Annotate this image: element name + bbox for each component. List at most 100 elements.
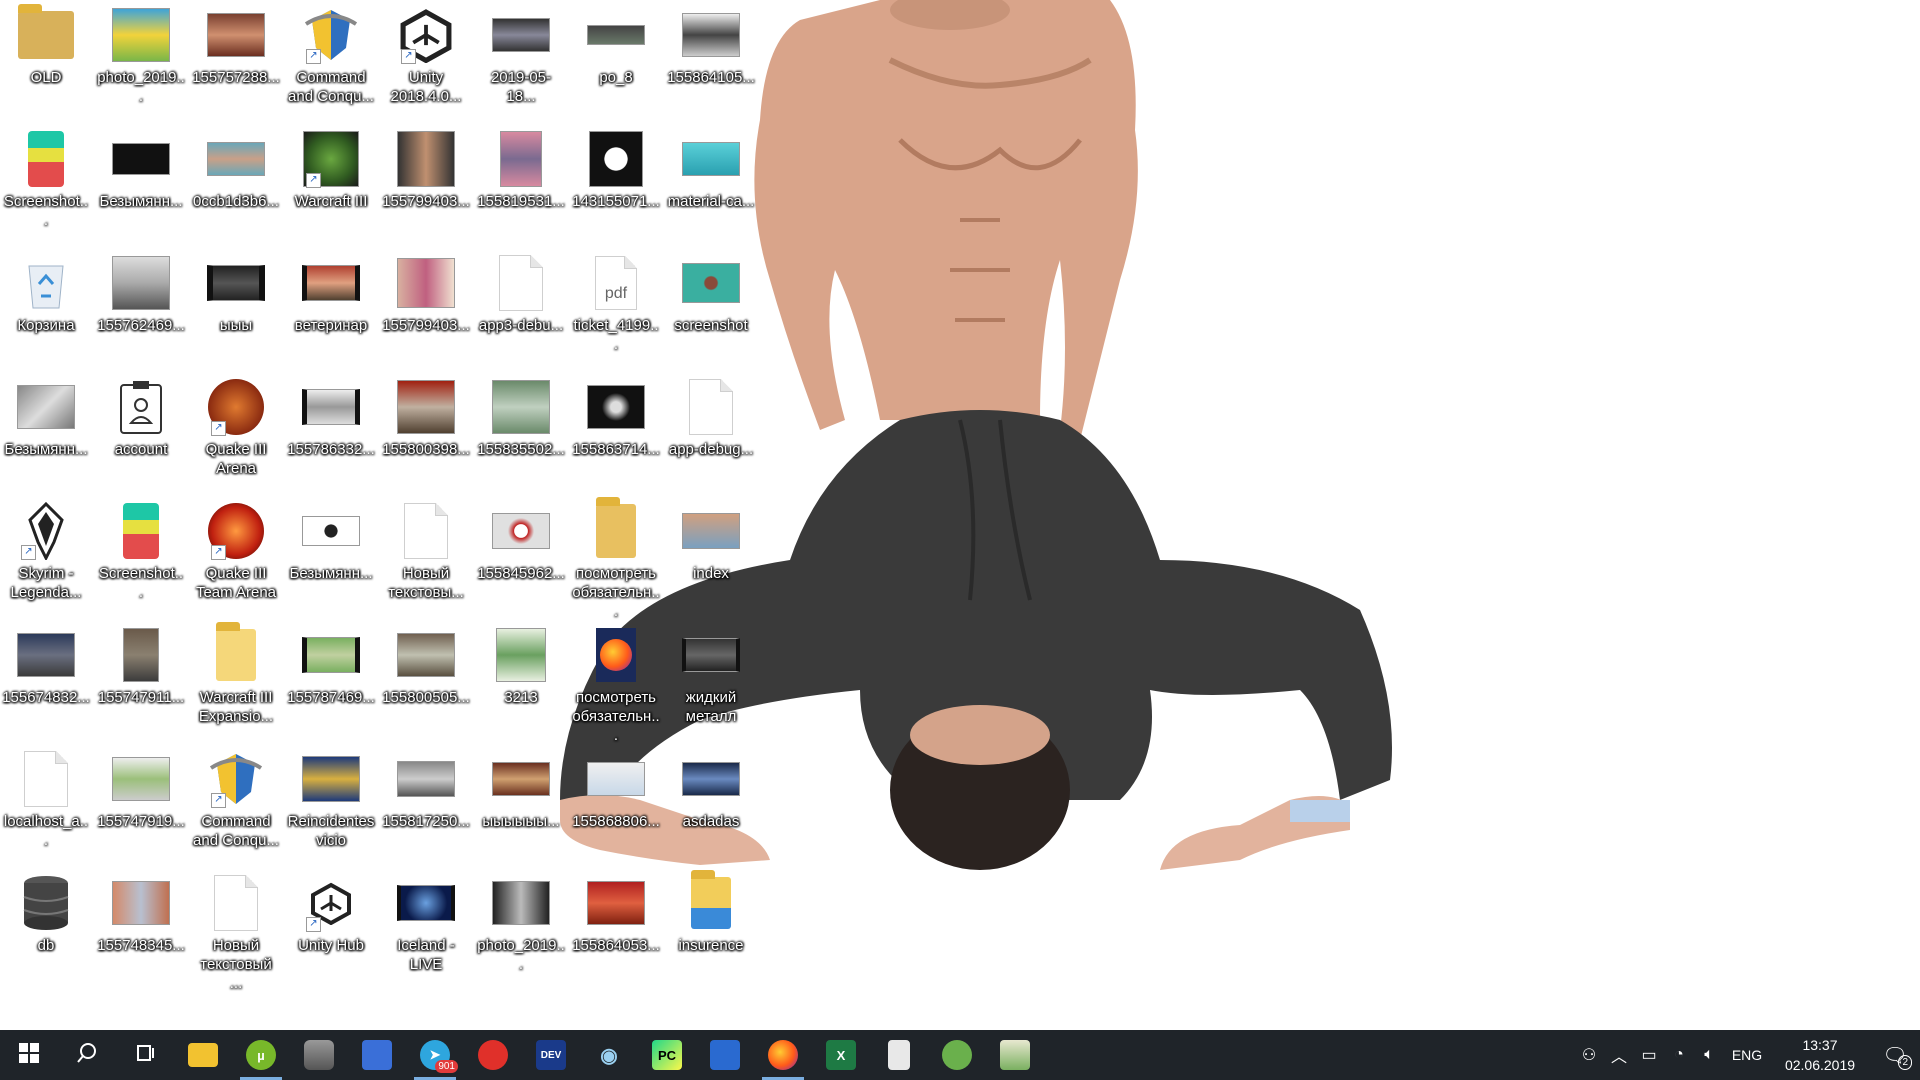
desktop-icon-screenshot-2[interactable]: Screenshot...	[95, 496, 187, 616]
desktop-icon-video-155786332[interactable]: 155786332...	[285, 372, 377, 492]
desktop-icon-2019-05-18[interactable]: 2019-05-18...	[475, 0, 567, 120]
desktop-icon-image-143155071[interactable]: 143155071...	[570, 124, 662, 244]
desktop-icon-image-155817250[interactable]: 155817250...	[380, 744, 472, 864]
desktop-icon-image-0ccb1d3b6[interactable]: 0ccb1d3b6...	[190, 124, 282, 244]
firefox-icon	[585, 626, 647, 684]
desktop-icon-unity-hub[interactable]: ↗ Unity Hub	[285, 868, 377, 988]
desktop-icon-command-conquer-1[interactable]: ↗ Command and Conqu...	[285, 0, 377, 120]
desktop-icon-image-155674832[interactable]: 155674832...	[0, 620, 92, 740]
image-thumbnail-icon	[395, 130, 457, 188]
desktop-icon-video-yyy[interactable]: ыыы	[190, 248, 282, 368]
desktop-icon-image-155799403-b[interactable]: 155799403...	[380, 248, 472, 368]
action-center-button[interactable]: 🗨︎ 2	[1870, 1030, 1920, 1080]
desktop-icon-reincidentes[interactable]: Reincidentes vicio	[285, 744, 377, 864]
taskbar-database-app[interactable]	[290, 1030, 348, 1080]
desktop-icon-index[interactable]: index	[665, 496, 757, 616]
start-button[interactable]	[0, 1030, 58, 1080]
desktop-icon-app3-debug[interactable]: app3-debu...	[475, 248, 567, 368]
desktop-icon-warcraft3[interactable]: ↗ Warcraft III	[285, 124, 377, 244]
desktop-icon-image-155747919[interactable]: 155747919...	[95, 744, 187, 864]
desktop-icon-3213[interactable]: 3213	[475, 620, 567, 740]
search-button[interactable]	[58, 1030, 116, 1080]
desktop-icon-yyyyyy[interactable]: ыыыыыы...	[475, 744, 567, 864]
desktop-icon-image-155864053[interactable]: 155864053...	[570, 868, 662, 988]
desktop-icon-account[interactable]: account	[95, 372, 187, 492]
desktop-icon-image-155748345[interactable]: 155748345...	[95, 868, 187, 988]
desktop-icon-skyrim[interactable]: ↗ Skyrim - Legenda...	[0, 496, 92, 616]
desktop-icon-image-155868806[interactable]: 155868806...	[570, 744, 662, 864]
task-view-button[interactable]	[116, 1030, 174, 1080]
desktop-icon-posmotret-folder[interactable]: посмотреть обязательн...	[570, 496, 662, 620]
desktop-icon-bezymyanny-dark[interactable]: Безымянн...	[95, 124, 187, 244]
desktop-icon-po-8[interactable]: po_8	[570, 0, 662, 120]
shortcut-arrow-icon: ↗	[306, 917, 321, 932]
desktop-icon-image-155757288[interactable]: 155757288...	[190, 0, 282, 120]
desktop-icon-posmotret-firefox[interactable]: посмотреть обязательн...	[570, 620, 662, 744]
people-icon[interactable]: ⚇	[1574, 1030, 1604, 1080]
wifi-icon[interactable]: ◔	[1664, 1030, 1694, 1080]
video-thumbnail-icon	[300, 626, 362, 684]
desktop-icon-quake3-team-arena[interactable]: ↗ Quake III Team Arena	[190, 496, 282, 616]
clock[interactable]: 13:37 02.06.2019	[1770, 1035, 1870, 1075]
desktop-icon-image-155863714[interactable]: 155863714...	[570, 372, 662, 492]
taskbar-excel[interactable]: X	[812, 1030, 870, 1080]
desktop-icon-image-155819531[interactable]: 155819531...	[475, 124, 567, 244]
desktop-icon-unity-2018[interactable]: ↗ Unity 2018.4.0...	[380, 0, 472, 120]
desktop-icon-old-folder[interactable]: OLD	[0, 0, 92, 120]
desktop-icon-new-text-file-1[interactable]: Новый текстовы...	[380, 496, 472, 616]
taskbar-telegram[interactable]: ➤ 901	[406, 1030, 464, 1080]
taskbar-notepad[interactable]	[870, 1030, 928, 1080]
battery-icon[interactable]: ▭	[1634, 1030, 1664, 1080]
desktop-icon-video-155787469[interactable]: 155787469...	[285, 620, 377, 740]
taskbar-network-app[interactable]	[348, 1030, 406, 1080]
image-thumbnail-icon	[490, 378, 552, 436]
shortcut-arrow-icon: ↗	[211, 793, 226, 808]
language-indicator[interactable]: ENG	[1724, 1030, 1770, 1080]
taskbar-file-explorer[interactable]	[174, 1030, 232, 1080]
desktop-icon-new-text-file-2[interactable]: Новый текстовый ...	[190, 868, 282, 992]
desktop-icon-localhost[interactable]: localhost_a...	[0, 744, 92, 864]
desktop-icon-image-155747911[interactable]: 155747911...	[95, 620, 187, 740]
taskbar-windows-app[interactable]	[696, 1030, 754, 1080]
taskbar-utorrent[interactable]: µ	[232, 1030, 290, 1080]
database-icon	[304, 1040, 334, 1070]
desktop-icon-image-155800505[interactable]: 155800505...	[380, 620, 472, 740]
desktop-icon-area: OLD Screenshot... Корзина Безымянн... ↗ …	[0, 0, 760, 1030]
taskbar-eye-app[interactable]: ◉	[580, 1030, 638, 1080]
desktop-icon-db[interactable]: db	[0, 868, 92, 988]
desktop-icon-image-155799403-a[interactable]: 155799403...	[380, 124, 472, 244]
chevron-up-icon[interactable]: ︿	[1604, 1030, 1634, 1080]
desktop-icon-photo-2019-2[interactable]: photo_2019...	[475, 868, 567, 988]
volume-icon[interactable]: 🔈︎	[1694, 1030, 1724, 1080]
desktop-icon-bezymyanny-2[interactable]: Безымянн...	[285, 496, 377, 616]
taskbar-image-app[interactable]	[986, 1030, 1044, 1080]
desktop-icon-photo-2019[interactable]: photo_2019...	[95, 0, 187, 120]
desktop-icon-screenshot-teal[interactable]: screenshot	[665, 248, 757, 368]
desktop-icon-screenshot[interactable]: Screenshot...	[0, 124, 92, 244]
desktop-icon-app-debug[interactable]: app-debug...	[665, 372, 757, 492]
desktop-icon-iceland-live[interactable]: Iceland - LIVE	[380, 868, 472, 988]
desktop-icon-quake3-arena[interactable]: ↗ Quake III Arena	[190, 372, 282, 492]
desktop-icon-veterinar[interactable]: ветеринар	[285, 248, 377, 368]
desktop-icon-image-155800398[interactable]: 155800398...	[380, 372, 472, 492]
taskbar-red-app[interactable]	[464, 1030, 522, 1080]
desktop-icon-image-155835502[interactable]: 155835502...	[475, 372, 567, 492]
desktop-icon-warcraft3-expansion[interactable]: Warcraft III Expansio...	[190, 620, 282, 740]
desktop-icon-image-bezymyanny[interactable]: Безымянн...	[0, 372, 92, 492]
desktop-icon-command-conquer-2[interactable]: ↗ Command and Conqu...	[190, 744, 282, 864]
desktop-icon-image-155864105[interactable]: 155864105...	[665, 0, 757, 120]
desktop-icon-material-ca[interactable]: material-ca...	[665, 124, 757, 244]
shortcut-arrow-icon: ↗	[306, 49, 321, 64]
desktop-icon-recycle-bin[interactable]: Корзина	[0, 248, 92, 368]
desktop-icon-image-155762469[interactable]: 155762469...	[95, 248, 187, 368]
desktop-icon-asdadas[interactable]: asdadas	[665, 744, 757, 864]
taskbar-devexpress[interactable]: DEV	[522, 1030, 580, 1080]
excel-icon: X	[826, 1040, 856, 1070]
taskbar-pycharm[interactable]: PC	[638, 1030, 696, 1080]
desktop-icon-zhidkiy-metall[interactable]: жидкий металл	[665, 620, 757, 740]
desktop-icon-image-155845962[interactable]: 155845962...	[475, 496, 567, 616]
desktop-icon-ticket-pdf[interactable]: pdf ticket_4199...	[570, 248, 662, 368]
taskbar-android-studio[interactable]	[928, 1030, 986, 1080]
taskbar-firefox[interactable]	[754, 1030, 812, 1080]
desktop-icon-insurence[interactable]: insurence	[665, 868, 757, 988]
